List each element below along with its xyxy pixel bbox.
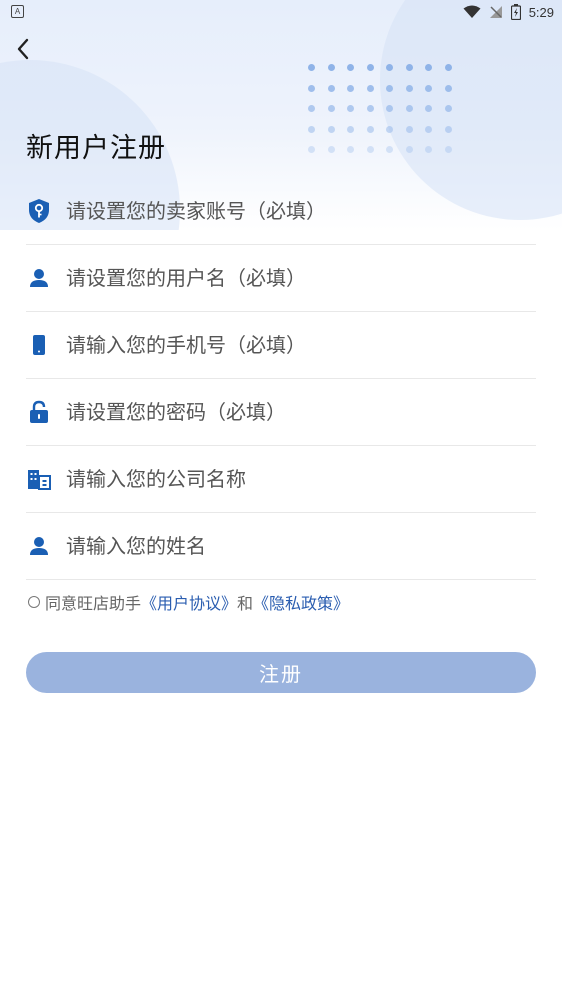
decorative-dot <box>308 105 315 112</box>
seller-account-input[interactable] <box>66 191 536 231</box>
username-field[interactable] <box>26 245 536 312</box>
user-icon <box>26 265 52 291</box>
decorative-dot <box>444 125 452 133</box>
register-button[interactable]: 注册 <box>26 652 536 693</box>
decorative-dot <box>366 146 374 153</box>
company-field[interactable] <box>26 446 536 513</box>
password-field[interactable] <box>26 379 536 446</box>
decorative-dot <box>444 146 452 153</box>
decorative-dot-grid <box>308 64 458 160</box>
decorative-dot <box>308 64 315 71</box>
decorative-dot <box>386 105 393 112</box>
decorative-dot <box>405 146 413 153</box>
lock-icon <box>26 399 52 425</box>
no-signal-icon <box>489 6 502 18</box>
decorative-dot <box>405 64 413 71</box>
wifi-icon <box>463 5 481 18</box>
decorative-dot <box>425 64 432 71</box>
name-field[interactable] <box>26 513 536 580</box>
decorative-dot <box>386 64 393 71</box>
phone-field[interactable] <box>26 312 536 379</box>
chevron-left-icon <box>17 38 29 60</box>
decorative-dot <box>366 125 374 133</box>
username-input[interactable] <box>66 258 536 298</box>
decorative-dot <box>347 64 354 71</box>
decorative-dot <box>347 125 354 133</box>
user-icon <box>26 533 52 559</box>
agreement-prefix: 同意旺店助手 <box>45 594 142 613</box>
agreement-conjunction: 和 <box>237 594 254 613</box>
name-input[interactable] <box>66 526 536 566</box>
user-agreement-link[interactable]: 《用户协议》 <box>141 590 237 614</box>
shield-key-icon <box>26 198 52 224</box>
seller-account-field[interactable] <box>26 178 536 245</box>
building-icon <box>26 466 52 492</box>
decorative-dot <box>366 105 374 112</box>
decorative-dot <box>386 146 393 153</box>
phone-input[interactable] <box>66 325 536 365</box>
decorative-dot <box>366 84 374 92</box>
decorative-dot <box>327 146 335 153</box>
page-title: 新用户注册 <box>26 133 166 164</box>
decorative-dot <box>327 64 335 71</box>
decorative-dot <box>425 146 432 153</box>
decorative-dot <box>405 125 413 133</box>
back-button[interactable] <box>10 34 36 64</box>
decorative-dot <box>425 84 432 92</box>
decorative-dot <box>308 125 315 133</box>
decorative-dot <box>386 125 393 133</box>
decorative-dot <box>425 125 432 133</box>
decorative-dot <box>347 146 354 153</box>
phone-icon <box>26 332 52 358</box>
decorative-dot <box>425 105 432 112</box>
decorative-dot <box>444 105 452 112</box>
privacy-policy-link[interactable]: 《隐私政策》 <box>253 590 349 614</box>
decorative-dot <box>347 84 354 92</box>
decorative-dot <box>308 146 315 153</box>
agreement-checkbox[interactable] <box>28 596 40 608</box>
decorative-dot <box>327 105 335 112</box>
password-input[interactable] <box>66 392 536 432</box>
decorative-dot <box>347 105 354 112</box>
battery-icon <box>510 4 521 20</box>
decorative-dot <box>444 84 452 92</box>
decorative-dot <box>327 84 335 92</box>
company-input[interactable] <box>66 459 536 499</box>
decorative-dot <box>308 84 315 92</box>
status-icons: 5:29 <box>463 3 554 21</box>
decorative-dot <box>327 125 335 133</box>
decorative-dot <box>366 64 374 71</box>
decorative-dot <box>386 84 393 92</box>
agreement-row: 同意旺店助手 《用户协议》 和 《隐私政策》 <box>26 590 349 614</box>
decorative-dot <box>444 64 452 71</box>
status-time: 5:29 <box>528 4 554 20</box>
decorative-dot <box>405 105 413 112</box>
status-indicator: A <box>11 5 24 18</box>
registration-form <box>26 178 536 580</box>
status-bar: A 5:29 <box>0 0 562 24</box>
decorative-dot <box>405 84 413 92</box>
